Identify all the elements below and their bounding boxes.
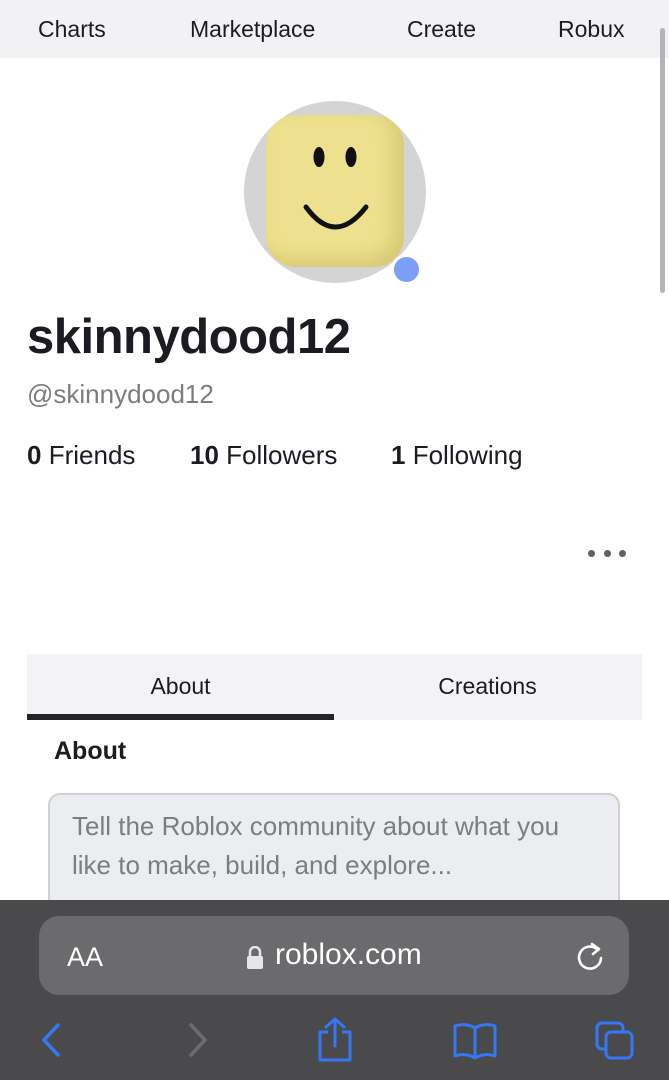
tab-about-label: About — [150, 673, 211, 699]
friends-count: 0 — [27, 440, 42, 470]
url-text: roblox.com — [275, 938, 422, 971]
tab-about[interactable]: About — [27, 654, 334, 720]
browser-toolbar: AA roblox.com — [0, 900, 669, 1080]
bookmarks-icon[interactable] — [452, 1022, 498, 1060]
dot — [619, 549, 626, 557]
forward-icon[interactable] — [183, 1019, 211, 1061]
display-name: skinnydood12 — [27, 310, 351, 364]
tabs-icon[interactable] — [594, 1020, 636, 1062]
nav-charts[interactable]: Charts — [38, 16, 106, 43]
followers-count: 10 — [190, 440, 219, 470]
lock-icon — [247, 946, 263, 969]
about-placeholder: Tell the Roblox community about what you… — [72, 811, 560, 880]
smiley-face-icon — [303, 147, 369, 230]
friends-stat[interactable]: 0 Friends — [27, 440, 135, 471]
share-icon[interactable] — [314, 1016, 356, 1064]
following-stat[interactable]: 1 Following — [391, 440, 523, 471]
nav-marketplace[interactable]: Marketplace — [190, 16, 315, 43]
dot — [603, 549, 611, 557]
more-options-icon[interactable] — [588, 540, 626, 566]
followers-label: Followers — [226, 440, 338, 470]
profile-tabs: About Creations — [27, 654, 642, 720]
followers-stat[interactable]: 10 Followers — [190, 440, 337, 471]
tab-creations[interactable]: Creations — [334, 654, 641, 720]
avatar-face — [266, 115, 404, 267]
reload-icon[interactable] — [574, 940, 606, 972]
scrollbar[interactable] — [660, 28, 665, 293]
online-status-dot — [391, 254, 422, 285]
dot — [588, 549, 595, 557]
friends-label: Friends — [48, 440, 136, 470]
text-size-label: AA — [67, 942, 104, 972]
following-label: Following — [412, 440, 523, 470]
active-tab-indicator — [27, 714, 334, 720]
tab-creations-label: Creations — [438, 673, 537, 699]
address-bar[interactable]: AA roblox.com — [39, 916, 629, 995]
nav-robux[interactable]: Robux — [558, 16, 624, 43]
username: @skinnydood12 — [27, 379, 214, 409]
nav-create[interactable]: Create — [407, 16, 476, 43]
following-count: 1 — [391, 440, 406, 470]
top-navigation: Charts Marketplace Create Robux — [0, 0, 669, 58]
about-heading: About — [54, 737, 127, 765]
text-size-button[interactable]: AA — [67, 942, 103, 973]
back-icon[interactable] — [38, 1019, 66, 1061]
